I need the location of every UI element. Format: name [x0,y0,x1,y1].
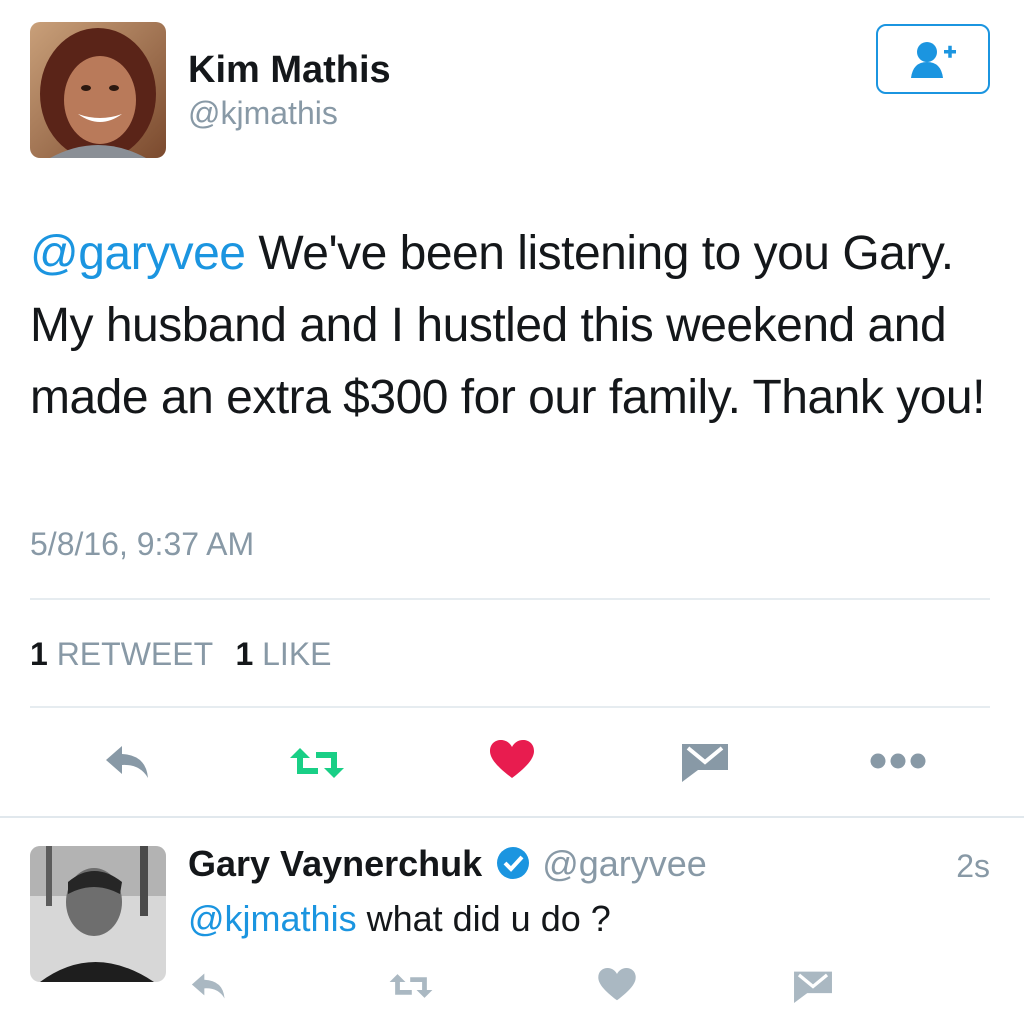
kim-mathis-avatar[interactable] [30,22,166,158]
follow-button[interactable] [876,24,990,94]
reply-retweet-icon[interactable] [388,972,434,1000]
reply-reply-icon[interactable] [190,972,228,1000]
message-icon[interactable] [682,742,728,782]
section-divider [0,816,1024,818]
reply-heart-icon[interactable] [598,968,636,1002]
tweet-author-handle[interactable]: @kjmathis [188,94,338,132]
tweet-text: @garyvee We've been listening to you Gar… [30,218,990,434]
reply-message-icon[interactable] [794,970,832,1003]
retweet-icon[interactable] [288,746,346,780]
reply-text: @kjmathis what did u do ? [188,896,611,942]
tweet-stats: 1 RETWEET 1 LIKE [30,634,332,674]
reply-author-name[interactable]: Gary Vaynerchuk [188,843,482,884]
retweet-count[interactable]: 1 RETWEET [30,636,213,672]
reply-author-handle[interactable]: @garyvee [542,843,707,884]
reply-header: Gary Vaynerchuk @garyvee [188,842,707,890]
more-icon[interactable] [870,752,926,770]
reply-mention-link[interactable]: @kjmathis [188,898,357,939]
mention-link[interactable]: @garyvee [30,227,246,280]
reply-icon[interactable] [104,744,152,780]
verified-badge-icon [496,846,530,890]
divider [30,598,990,600]
like-count[interactable]: 1 LIKE [235,636,331,672]
tweet-author-name[interactable]: Kim Mathis [188,48,391,92]
divider [30,706,990,708]
gary-vaynerchuk-avatar[interactable] [30,846,166,982]
reply-time: 2s [956,848,990,884]
reply-body: what did u do ? [356,898,611,939]
tweet-timestamp: 5/8/16, 9:37 AM [30,526,255,562]
heart-icon[interactable] [490,740,534,780]
add-user-icon [910,40,960,80]
